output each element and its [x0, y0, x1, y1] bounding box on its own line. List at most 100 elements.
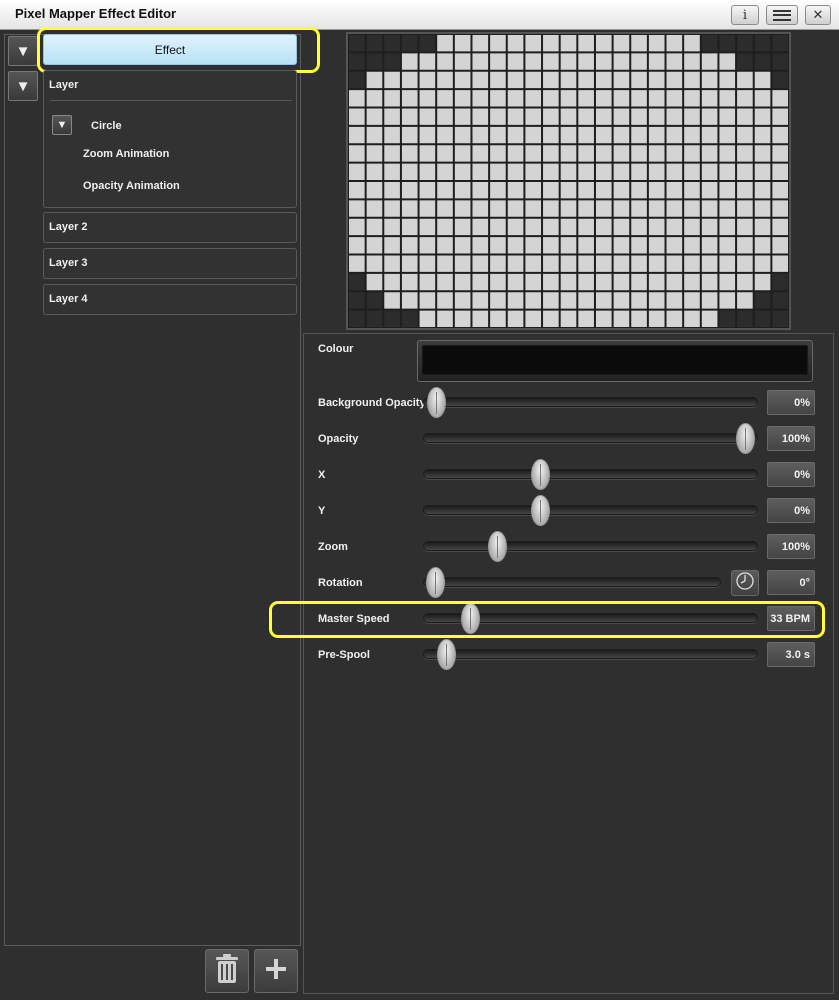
pre-spool-value[interactable]: 3.0 s — [767, 642, 815, 667]
pixel-cell — [401, 292, 418, 309]
pixel-cell — [684, 126, 700, 144]
delete-button[interactable] — [205, 949, 249, 993]
pixel-cell — [490, 218, 506, 236]
pixel-cell — [454, 273, 471, 291]
opacity-value[interactable]: 100% — [767, 426, 815, 451]
pixel-cell — [543, 182, 559, 199]
rotation-slider[interactable] — [423, 577, 721, 587]
pixel-cell — [754, 292, 771, 309]
pixel-cell — [578, 126, 594, 144]
pixel-cell — [648, 35, 665, 52]
pixel-cell — [366, 126, 383, 144]
zoom-slider[interactable] — [423, 541, 758, 551]
pixel-cell — [543, 218, 559, 236]
pixel-cell — [349, 90, 365, 107]
pixel-cell — [437, 126, 453, 144]
pixel-cell — [472, 35, 489, 52]
pixel-cell — [384, 35, 400, 52]
pixel-cell — [719, 255, 736, 272]
rotation-value[interactable]: 0° — [767, 570, 815, 595]
collapse-effect-button[interactable]: ▼ — [8, 36, 38, 66]
menu-button[interactable] — [766, 5, 798, 25]
y-value[interactable]: 0% — [767, 498, 815, 523]
pixel-cell — [631, 182, 647, 199]
collapse-shape-button[interactable]: ▼ — [52, 115, 72, 135]
pixel-cell — [560, 163, 577, 180]
plus-icon — [265, 958, 287, 985]
pixel-cell — [648, 273, 665, 291]
pixel-cell — [366, 108, 383, 125]
background-opacity-slider[interactable] — [423, 397, 758, 407]
pixel-cell — [701, 163, 718, 180]
pre-spool-slider[interactable] — [423, 649, 758, 659]
pixel-cell — [454, 53, 471, 70]
pixel-cell — [701, 90, 718, 107]
pixel-cell — [419, 310, 436, 327]
pixel-cell — [490, 126, 506, 144]
pixel-cell — [507, 35, 524, 52]
chevron-down-icon: ▼ — [56, 119, 68, 131]
x-slider[interactable] — [423, 469, 758, 479]
pixel-cell — [401, 35, 418, 52]
pixel-cell — [490, 200, 506, 217]
pixel-cell — [401, 126, 418, 144]
pixel-cell — [472, 126, 489, 144]
pixel-cell — [648, 310, 665, 327]
pixel-cell — [454, 126, 471, 144]
pixel-cell — [684, 71, 700, 89]
pixel-cell — [595, 255, 612, 272]
pixel-cell — [507, 237, 524, 254]
pixel-cell — [507, 53, 524, 70]
background-opacity-value[interactable]: 0% — [767, 390, 815, 415]
pixel-cell — [631, 71, 647, 89]
pixel-cell — [437, 53, 453, 70]
pixel-cell — [754, 255, 771, 272]
collapse-layer-button[interactable]: ▼ — [8, 71, 38, 101]
pixel-cell — [349, 255, 365, 272]
pixel-cell — [560, 237, 577, 254]
pixel-cell — [772, 53, 788, 70]
opacity-slider-thumb[interactable] — [735, 423, 755, 454]
colour-swatch[interactable] — [417, 340, 813, 382]
pixel-cell — [560, 71, 577, 89]
layer-node-label: Layer 4 — [49, 293, 88, 305]
zoom-value[interactable]: 100% — [767, 534, 815, 559]
shape-node-circle[interactable]: Circle — [91, 120, 122, 132]
pixel-cell — [384, 292, 400, 309]
x-value[interactable]: 0% — [767, 462, 815, 487]
pixel-cell — [754, 310, 771, 327]
pixel-cell — [754, 53, 771, 70]
pixel-cell — [772, 90, 788, 107]
pixel-cell — [737, 108, 753, 125]
close-button[interactable]: ✕ — [805, 5, 831, 25]
pixel-cell — [384, 182, 400, 199]
pixel-cell — [719, 200, 736, 217]
pixel-cell — [366, 200, 383, 217]
pixel-cell — [543, 35, 559, 52]
pixel-cell — [595, 53, 612, 70]
pixel-cell — [401, 255, 418, 272]
zoom-slider-thumb[interactable] — [487, 531, 507, 562]
pixel-cell — [666, 255, 683, 272]
animation-node-opacity[interactable]: Opacity Animation — [83, 180, 180, 192]
pixel-cell — [684, 145, 700, 162]
opacity-slider[interactable] — [423, 433, 758, 443]
y-slider[interactable] — [423, 505, 758, 515]
pixel-cell — [701, 108, 718, 125]
pixel-cell — [754, 90, 771, 107]
animation-node-zoom[interactable]: Zoom Animation — [83, 148, 169, 160]
pixel-cell — [490, 145, 506, 162]
pixel-cell — [525, 255, 542, 272]
pixel-cell — [349, 145, 365, 162]
rotation-mode-button[interactable] — [731, 570, 759, 596]
pixel-cell — [701, 237, 718, 254]
background-opacity-label: Background Opacity — [318, 397, 426, 409]
pixel-cell — [419, 237, 436, 254]
pixel-cell — [472, 255, 489, 272]
pixel-cell — [666, 237, 683, 254]
info-button[interactable]: i — [731, 5, 759, 25]
add-button[interactable] — [254, 949, 298, 993]
x-label: X — [318, 469, 326, 481]
pixel-cell — [737, 71, 753, 89]
rotation-slider-thumb[interactable] — [425, 567, 445, 598]
